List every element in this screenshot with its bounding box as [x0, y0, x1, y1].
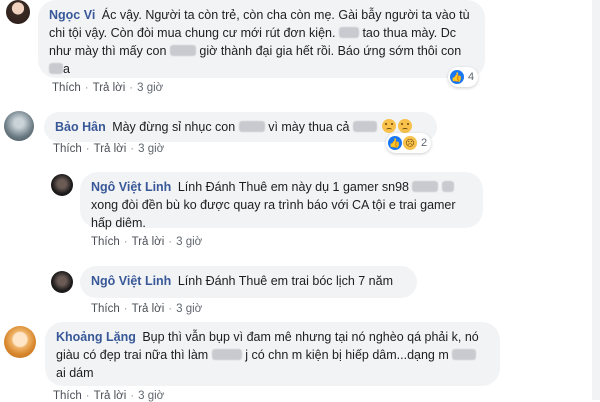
like-link[interactable]: Thích	[52, 82, 81, 94]
comment-bubble: Ngọc Vi Ác vậy. Người ta còn trẻ, còn ch…	[38, 0, 485, 78]
avatar[interactable]	[6, 0, 30, 24]
like-link[interactable]: Thích	[53, 143, 82, 155]
like-icon: 👍	[388, 136, 402, 150]
comment-text: vì mày thua cả	[268, 120, 350, 134]
timestamp[interactable]: 3 giờ	[137, 82, 163, 94]
avatar[interactable]	[4, 326, 36, 358]
redacted-text	[211, 349, 242, 360]
avatar[interactable]	[51, 271, 73, 293]
redacted-text	[441, 181, 454, 192]
reply-link[interactable]: Trả lời	[132, 236, 165, 248]
comment-bubble: Ngô Việt Linh Lính Đánh Thuê em trai bóc…	[80, 266, 417, 298]
like-link[interactable]: Thích	[91, 236, 120, 248]
redacted-text	[412, 181, 439, 192]
redacted-text	[338, 27, 359, 38]
reply-link[interactable]: Trả lời	[94, 143, 127, 155]
like-link[interactable]: Thích	[53, 390, 82, 402]
sad-emoji-icon	[398, 119, 413, 133]
timestamp[interactable]: 3 giờ	[176, 303, 202, 315]
comment-text: j có chn m kiện bị hiếp dâm...dạng m	[245, 348, 449, 362]
redacted-text	[238, 121, 265, 132]
comment-actions: Thích · Trả lời · 3 giờ	[52, 82, 164, 94]
like-icon: 👍	[450, 70, 464, 84]
reaction-count: 2	[421, 137, 428, 149]
comment-text: giờ thành đại gia hết rồi. Báo ứng sớm t…	[199, 44, 462, 58]
reply-link[interactable]: Trả lời	[93, 82, 126, 94]
redacted-text	[49, 63, 63, 74]
comment-text: xong đòi đền bù ko được quay ra trình bá…	[91, 198, 456, 230]
reply-link[interactable]: Trả lời	[94, 390, 127, 402]
comment-author[interactable]: Ngô Việt Linh	[91, 274, 171, 288]
comment-author[interactable]: Bảo Hân	[55, 120, 106, 134]
comment-text: Lính Đánh Thuê em trai bóc lịch 7 năm	[177, 274, 393, 288]
comment-actions: Thích · Trả lời · 3 giờ	[91, 236, 203, 248]
comment-text: a	[63, 62, 70, 76]
reply-link[interactable]: Trả lời	[132, 303, 165, 315]
like-link[interactable]: Thích	[91, 303, 120, 315]
timestamp[interactable]: 3 giờ	[138, 143, 164, 155]
comment-actions: Thích · Trả lời · 3 giờ	[53, 143, 165, 155]
comment-bubble: Khoảng Lặng Bụp thì vẫn bụp vì đam mê nh…	[45, 322, 500, 386]
comment-bubble: Ngô Việt Linh Lính Đánh Thuê em này dụ 1…	[80, 172, 483, 230]
comment-author[interactable]: Ngô Việt Linh	[91, 180, 171, 194]
comment-bubble: Bảo Hân Mày đừng sỉ nhục con vì mày thua…	[44, 112, 437, 142]
comment-author[interactable]: Ngọc Vi	[49, 8, 95, 22]
scrollbar-track[interactable]	[592, 0, 600, 400]
avatar[interactable]	[4, 111, 34, 141]
redacted-text	[352, 121, 377, 132]
avatar[interactable]	[51, 174, 73, 196]
reaction-summary[interactable]: 👍 4	[448, 67, 479, 87]
redacted-text	[169, 45, 196, 56]
comment-text: Mày đừng sỉ nhục con	[112, 120, 236, 134]
sad-emoji-icon	[382, 119, 397, 133]
comment-text: ai dám	[56, 366, 94, 380]
comment-actions: Thích · Trả lời · 3 giờ	[91, 303, 203, 315]
sad-icon: ☹	[403, 136, 417, 150]
comment-actions: Thích · Trả lời · 3 giờ	[53, 390, 165, 402]
reaction-count: 4	[468, 71, 475, 83]
reaction-summary[interactable]: 👍 ☹ 2	[386, 133, 432, 153]
timestamp[interactable]: 3 giờ	[138, 390, 164, 402]
comment-text: Lính Đánh Thuê em này dụ 1 gamer sn98	[177, 180, 409, 194]
timestamp[interactable]: 3 giờ	[176, 236, 202, 248]
comment-author[interactable]: Khoảng Lặng	[56, 330, 136, 344]
redacted-text	[452, 349, 477, 360]
